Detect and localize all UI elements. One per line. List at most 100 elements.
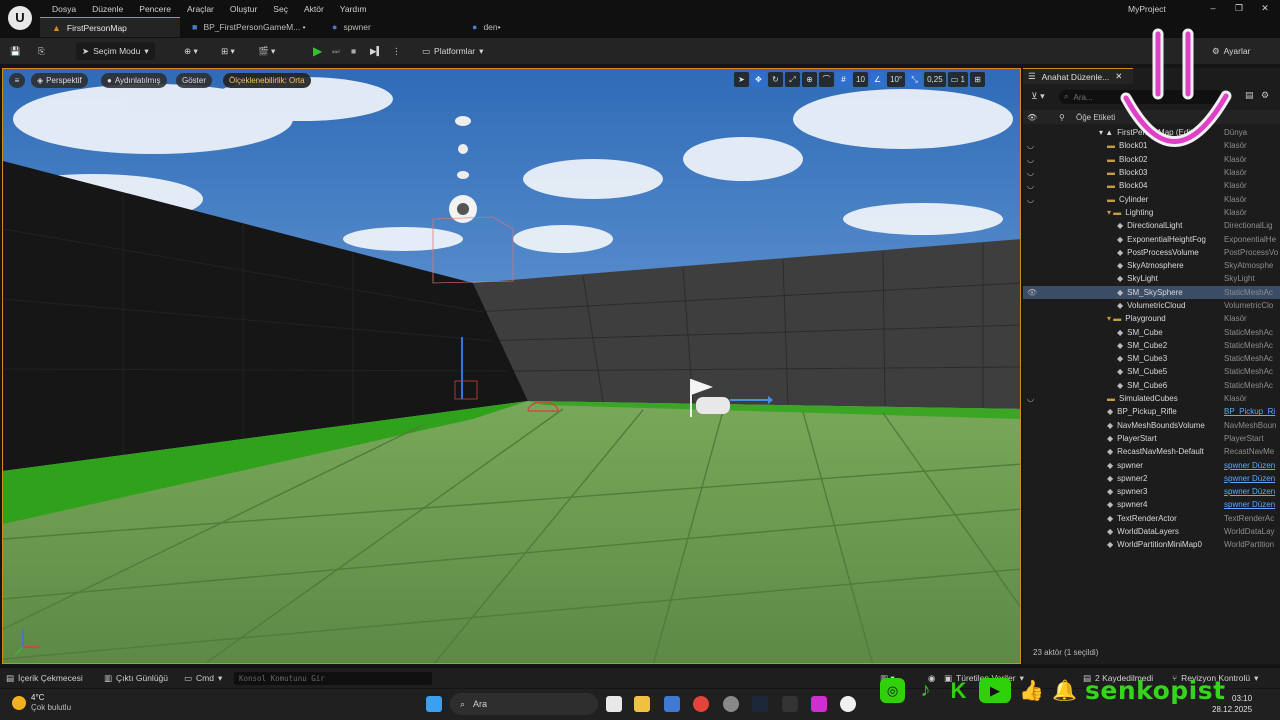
rotation-snap-toggle[interactable]: ∠	[870, 72, 885, 87]
minimize-button[interactable]: –	[1200, 1, 1226, 15]
eject-icon[interactable]: ▶▍	[370, 42, 383, 60]
scale-snap-value[interactable]: 0,25	[924, 72, 946, 87]
cinematics-button[interactable]: 🎬 ▾	[258, 42, 275, 60]
step-icon[interactable]: ⏭	[332, 42, 340, 60]
menu-edit[interactable]: Düzenle	[84, 2, 131, 16]
outliner-row[interactable]: ◆ WorldDataLayers WorldDataLay	[1023, 525, 1280, 538]
close-button[interactable]: ✕	[1252, 1, 1278, 15]
row-type[interactable]: spwner Düzen	[1224, 500, 1280, 509]
task-view-icon[interactable]	[606, 696, 622, 712]
rotation-snap-value[interactable]: 10°	[887, 72, 906, 87]
store-icon[interactable]	[664, 696, 680, 712]
taskbar-search[interactable]: ⌕ Ara	[450, 693, 598, 715]
row-type[interactable]: BP_Pickup_Ri	[1224, 407, 1280, 416]
outliner-row[interactable]: ◆ TextRenderActor TextRenderAc	[1023, 512, 1280, 525]
grid-snap-value[interactable]: 10	[853, 72, 868, 87]
outliner-row[interactable]: ◡ ▬ SimulatedCubes Klasör	[1023, 392, 1280, 405]
new-folder-icon[interactable]: ▤	[1245, 90, 1254, 101]
blueprint-menu-button[interactable]: ⊞ ▾	[221, 42, 235, 60]
perspective-button[interactable]: ◈ Perspektif	[31, 73, 88, 88]
outliner-row[interactable]: ◆ SM_Cube5 StaticMeshAc	[1023, 365, 1280, 378]
scale-snap-toggle[interactable]: ⤡	[907, 72, 923, 87]
outliner-row[interactable]: ◆ SkyAtmosphere SkyAtmosphe	[1023, 259, 1280, 272]
stop-icon[interactable]: ■	[351, 42, 356, 60]
file-explorer-icon[interactable]	[634, 696, 650, 712]
menu-tools[interactable]: Araçlar	[179, 2, 222, 16]
world-space-icon[interactable]: ⊕	[802, 72, 817, 87]
label-column-header[interactable]: Öğe Etiketi	[1076, 113, 1115, 122]
view-mode-button[interactable]: ● Aydınlatılmış	[101, 73, 167, 88]
outliner-row[interactable]: ◆ WorldPartitionMiniMap0 WorldPartition	[1023, 538, 1280, 551]
epic-games-icon[interactable]	[782, 696, 798, 712]
row-type[interactable]: spwner Düzen	[1224, 487, 1280, 496]
steam-icon[interactable]	[752, 696, 768, 712]
surface-snap-icon[interactable]: ⌒	[819, 72, 834, 87]
outliner-row[interactable]: ◆ BP_Pickup_Rifle BP_Pickup_Ri	[1023, 405, 1280, 418]
outliner-row[interactable]: ◆ spwner spwner Düzen	[1023, 458, 1280, 471]
outliner-row[interactable]: ◆ RecastNavMesh-Default RecastNavMe	[1023, 445, 1280, 458]
menu-select[interactable]: Seç	[265, 2, 296, 16]
outliner-row[interactable]: 👁 ◆ SM_SkySphere StaticMeshAc	[1023, 285, 1280, 299]
menu-build[interactable]: Oluştur	[222, 2, 265, 16]
tab-den[interactable]: ● den•	[460, 17, 600, 37]
scale-tool-icon[interactable]: ⤢	[785, 72, 800, 87]
source-control-icon[interactable]: ⎘	[38, 42, 45, 60]
visibility-icon[interactable]: ◡	[1027, 155, 1039, 164]
outliner-row[interactable]: ◆ SM_Cube2 StaticMeshAc	[1023, 339, 1280, 352]
outliner-row[interactable]: ◆ SkyLight SkyLight	[1023, 272, 1280, 285]
row-type[interactable]: spwner Düzen	[1224, 461, 1280, 470]
outliner-settings-icon[interactable]: ⚙	[1261, 90, 1269, 101]
menu-help[interactable]: Yardım	[332, 2, 375, 16]
visibility-icon[interactable]: ◡	[1027, 394, 1039, 403]
content-drawer-button[interactable]: ▤ İçerik Çekmecesi	[6, 673, 83, 684]
level-viewport[interactable]: ≡ ◈ Perspektif ● Aydınlatılmış Göster Öl…	[2, 68, 1021, 664]
windows-start-icon[interactable]	[426, 696, 442, 712]
visibility-icon[interactable]: ◡	[1027, 195, 1039, 204]
outliner-row[interactable]: ▾ ▬ Lighting Klasör	[1023, 206, 1280, 219]
menu-window[interactable]: Pencere	[131, 2, 179, 16]
app-icon[interactable]	[723, 696, 739, 712]
select-tool-icon[interactable]: ➤	[734, 72, 749, 87]
output-log-button[interactable]: ▥ Çıktı Günlüğü	[104, 673, 168, 684]
menu-file[interactable]: Dosya	[44, 2, 84, 16]
outliner-row[interactable]: ◆ ExponentialHeightFog ExponentialHe	[1023, 232, 1280, 245]
scalability-warning[interactable]: Ölçeklenebilirlik: Orta	[223, 73, 311, 88]
camera-speed-button[interactable]: ▭ 1	[947, 72, 968, 87]
unreal-logo-icon[interactable]: U	[8, 6, 32, 30]
weather-widget[interactable]: 4°C Çok bulutlu	[12, 693, 71, 713]
filter-icon[interactable]: ⊻ ▾	[1031, 91, 1045, 102]
outliner-row[interactable]: ◆ PlayerStart PlayerStart	[1023, 432, 1280, 445]
viewport-menu-icon[interactable]: ≡	[9, 73, 25, 88]
outliner-row[interactable]: ◆ spwner2 spwner Düzen	[1023, 472, 1280, 485]
outliner-row[interactable]: ◆ spwner4 spwner Düzen	[1023, 498, 1280, 511]
maximize-viewport-icon[interactable]: ⊞	[969, 72, 985, 87]
move-tool-icon[interactable]: ✥	[751, 72, 766, 87]
visibility-icon[interactable]: 👁	[1027, 288, 1039, 297]
outliner-row[interactable]: ◆ SM_Cube6 StaticMeshAc	[1023, 379, 1280, 392]
outliner-row[interactable]: ◆ PostProcessVolume PostProcessVo	[1023, 246, 1280, 259]
outliner-row[interactable]: ◡ ▬ Cylinder Klasör	[1023, 192, 1280, 205]
outliner-row[interactable]: ◡ ▬ Block04 Klasör	[1023, 179, 1280, 192]
tab-spwner[interactable]: ● spwner	[320, 17, 460, 37]
tab-first-person-map[interactable]: ▲ FirstPersonMap	[40, 17, 180, 37]
more-options-icon[interactable]: ⋮	[392, 42, 401, 60]
outliner-row[interactable]: ◆ DirectionalLight DirectionalLig	[1023, 219, 1280, 232]
rotate-tool-icon[interactable]: ↻	[768, 72, 783, 87]
mode-select-button[interactable]: ➤ Seçim Modu ▾	[76, 42, 155, 60]
row-type[interactable]: spwner Düzen	[1224, 474, 1280, 483]
outliner-row[interactable]: ◡ ▬ Block03 Klasör	[1023, 166, 1280, 179]
unreal-taskbar-icon[interactable]	[840, 696, 856, 712]
outliner-row[interactable]: ◆ SM_Cube3 StaticMeshAc	[1023, 352, 1280, 365]
app-pink-icon[interactable]	[811, 696, 827, 712]
visibility-icon[interactable]: ◡	[1027, 141, 1039, 150]
cmd-dropdown[interactable]: ▭ Cmd ▾	[184, 673, 222, 684]
add-actor-button[interactable]: ⊕ ▾	[184, 42, 198, 60]
console-input[interactable]: Konsol Komutunu Gir	[234, 672, 432, 685]
outliner-row[interactable]: ◆ VolumetricCloud VolumetricClo	[1023, 299, 1280, 312]
visibility-icon[interactable]: ◡	[1027, 181, 1039, 190]
scene-render[interactable]	[3, 69, 1021, 664]
show-button[interactable]: Göster	[176, 73, 213, 88]
play-button[interactable]: ▶	[313, 42, 322, 60]
outliner-row[interactable]: ◆ spwner3 spwner Düzen	[1023, 485, 1280, 498]
grid-snap-toggle[interactable]: #	[836, 72, 851, 87]
